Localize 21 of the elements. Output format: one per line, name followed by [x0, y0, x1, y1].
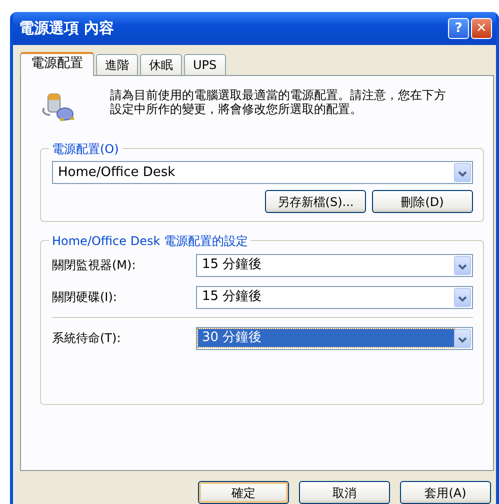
- tab[interactable]: 進階: [96, 54, 138, 75]
- tab[interactable]: 休眠: [140, 54, 182, 75]
- dialog-button[interactable]: 套用(A): [400, 481, 491, 504]
- setting-label: 關閉硬碟(I):: [52, 289, 118, 306]
- dialog-button[interactable]: 確定: [198, 481, 289, 504]
- setting-label: 關閉監視器(M):: [52, 257, 137, 274]
- group-legend: 電源配置(O): [49, 140, 122, 158]
- tab[interactable]: UPS: [184, 54, 226, 75]
- tab[interactable]: 電源配置: [20, 52, 94, 76]
- close-button[interactable]: ✕: [471, 18, 492, 39]
- group-legend: Home/Office Desk 電源配置的設定: [49, 232, 251, 250]
- setting-label: 系統待命(T):: [52, 330, 122, 347]
- setting-dropdown[interactable]: 30 分鐘後: [196, 326, 473, 350]
- description-text: 請為目前使用的電腦選取最適當的電源配置。請注意，您在下方設定中所作的變更，將會修改您所選取的配置。: [110, 88, 447, 116]
- window-title: 電源選項 內容: [19, 18, 116, 40]
- dialog-button[interactable]: 另存新檔(S)...: [265, 190, 366, 213]
- scheme-dropdown[interactable]: Home/Office Desk: [52, 161, 473, 184]
- dialog-button[interactable]: 刪除(D): [372, 190, 473, 213]
- setting-dropdown[interactable]: 15 分鐘後: [196, 254, 473, 276]
- dialog-button[interactable]: 取消: [299, 481, 390, 504]
- setting-dropdown[interactable]: 15 分鐘後: [196, 286, 473, 308]
